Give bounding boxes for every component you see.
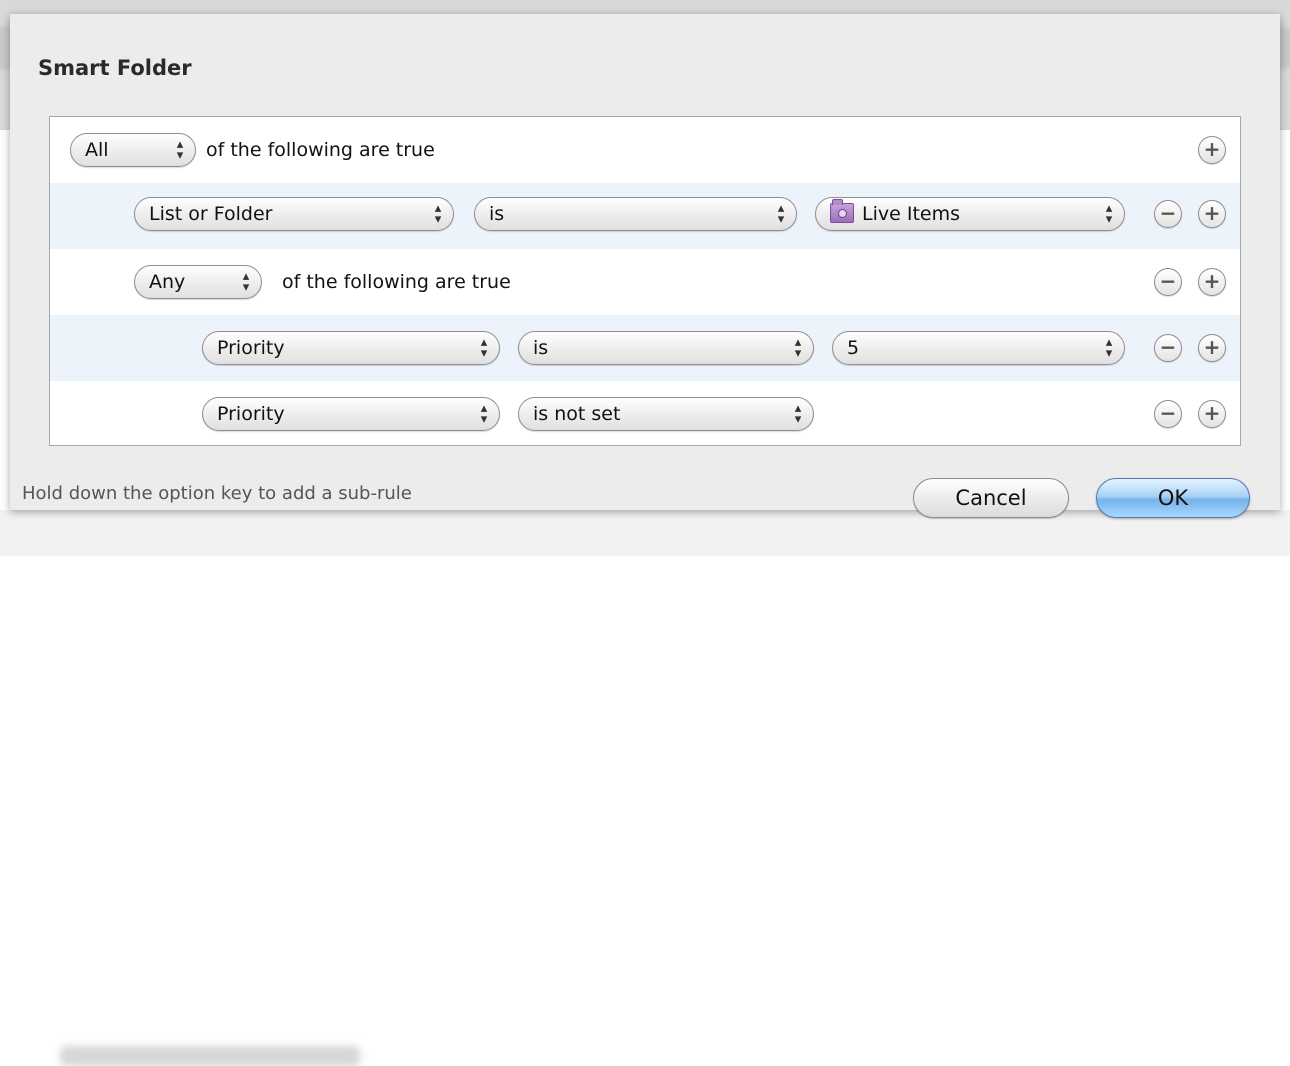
match-popup-label: Any — [149, 271, 186, 293]
group-text: of the following are true — [206, 139, 435, 161]
field-popup[interactable]: List or Folder ▴ ▾ — [134, 197, 454, 231]
popup-arrows-icon: ▴ ▾ — [242, 269, 250, 295]
rules-editor: All ▴ ▾ of the following are true + List … — [49, 116, 1241, 446]
bg-blur — [60, 1046, 360, 1066]
remove-rule-button[interactable]: − — [1154, 200, 1182, 228]
add-rule-button[interactable]: + — [1198, 268, 1226, 296]
operator-popup-label: is — [533, 337, 549, 359]
cancel-button[interactable]: Cancel — [913, 478, 1069, 518]
minus-icon: − — [1159, 269, 1177, 293]
add-rule-button[interactable]: + — [1198, 400, 1226, 428]
sub-rule-hint: Hold down the option key to add a sub-ru… — [22, 483, 412, 504]
rule-row-condition: Priority ▴ ▾ is not set ▴ ▾ − + — [50, 381, 1240, 447]
remove-rule-button[interactable]: − — [1154, 334, 1182, 362]
field-popup[interactable]: Priority ▴ ▾ — [202, 397, 500, 431]
background-window-bottom — [0, 510, 1290, 1066]
field-popup[interactable]: Priority ▴ ▾ — [202, 331, 500, 365]
rule-row-condition: List or Folder ▴ ▾ is ▴ ▾ Live Items ▴ ▾ − … — [50, 183, 1240, 249]
popup-arrows-icon: ▴ ▾ — [794, 401, 802, 427]
plus-icon: + — [1203, 401, 1221, 425]
add-rule-button[interactable]: + — [1198, 200, 1226, 228]
smart-folder-icon — [830, 199, 854, 223]
remove-rule-button[interactable]: − — [1154, 400, 1182, 428]
plus-icon: + — [1203, 335, 1221, 359]
rule-row-group-all: All ▴ ▾ of the following are true + — [50, 117, 1240, 183]
operator-popup[interactable]: is ▴ ▾ — [474, 197, 797, 231]
popup-arrows-icon: ▴ ▾ — [480, 335, 488, 361]
popup-arrows-icon: ▴ ▾ — [1105, 201, 1113, 227]
plus-icon: + — [1203, 201, 1221, 225]
minus-icon: − — [1159, 201, 1177, 225]
value-popup-label: Live Items — [862, 203, 960, 225]
match-popup-any[interactable]: Any ▴ ▾ — [134, 265, 262, 299]
value-popup[interactable]: Live Items ▴ ▾ — [815, 197, 1125, 231]
match-popup-all[interactable]: All ▴ ▾ — [70, 133, 196, 167]
operator-popup-label: is not set — [533, 403, 621, 425]
popup-arrows-icon: ▴ ▾ — [794, 335, 802, 361]
ok-button[interactable]: OK — [1096, 478, 1250, 518]
popup-arrows-icon: ▴ ▾ — [434, 201, 442, 227]
field-popup-label: Priority — [217, 403, 285, 425]
add-rule-button[interactable]: + — [1198, 136, 1226, 164]
operator-popup-label: is — [489, 203, 505, 225]
group-text: of the following are true — [282, 271, 511, 293]
minus-icon: − — [1159, 335, 1177, 359]
popup-arrows-icon: ▴ ▾ — [777, 201, 785, 227]
value-popup-label: 5 — [847, 337, 860, 359]
rule-row-condition: Priority ▴ ▾ is ▴ ▾ 5 ▴ ▾ − + — [50, 315, 1240, 381]
popup-arrows-icon: ▴ ▾ — [176, 137, 184, 163]
dialog-title: Smart Folder — [38, 56, 192, 80]
value-popup[interactable]: 5 ▴ ▾ — [832, 331, 1125, 365]
minus-icon: − — [1159, 401, 1177, 425]
field-popup-label: Priority — [217, 337, 285, 359]
popup-arrows-icon: ▴ ▾ — [1105, 335, 1113, 361]
add-rule-button[interactable]: + — [1198, 334, 1226, 362]
popup-arrows-icon: ▴ ▾ — [480, 401, 488, 427]
match-popup-label: All — [85, 139, 109, 161]
remove-rule-button[interactable]: − — [1154, 268, 1182, 296]
operator-popup[interactable]: is ▴ ▾ — [518, 331, 814, 365]
rule-row-group-any: Any ▴ ▾ of the following are true − + — [50, 249, 1240, 315]
plus-icon: + — [1203, 269, 1221, 293]
field-popup-label: List or Folder — [149, 203, 273, 225]
operator-popup[interactable]: is not set ▴ ▾ — [518, 397, 814, 431]
plus-icon: + — [1203, 137, 1221, 161]
